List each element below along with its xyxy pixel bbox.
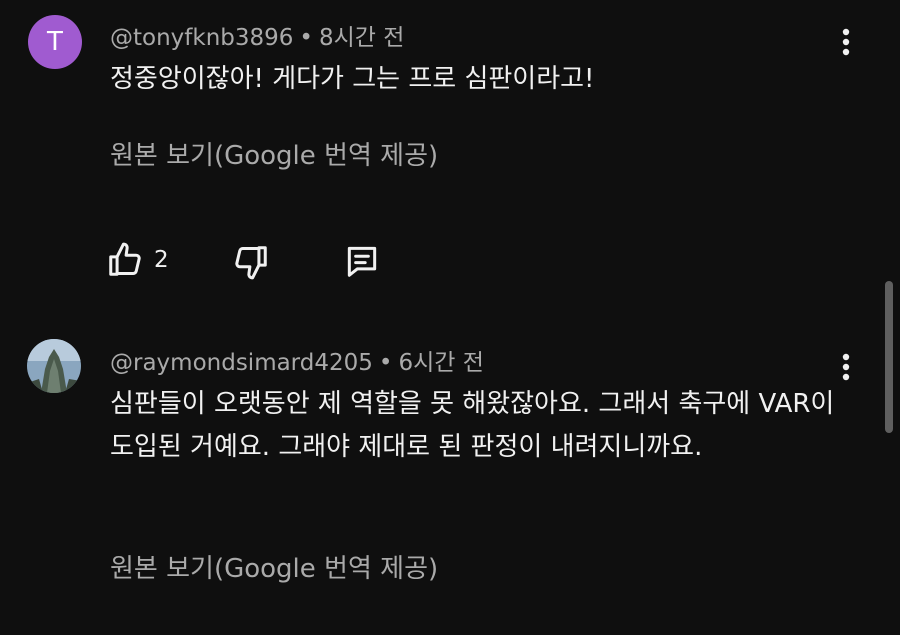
comment-meta: @tonyfknb3896 • 8시간 전 xyxy=(110,18,404,52)
more-options-button[interactable] xyxy=(831,22,861,62)
scrollbar-thumb[interactable] xyxy=(885,281,893,433)
comment-time[interactable]: 8시간 전 xyxy=(319,25,404,51)
thumbs-down-icon xyxy=(235,246,267,280)
avatar-image xyxy=(27,339,81,393)
comment-time[interactable]: 6시간 전 xyxy=(398,350,483,376)
like-button[interactable]: 2 xyxy=(106,241,169,279)
comment-text: 심판들이 오랫동안 제 역할을 못 해왔잖아요. 그래서 축구에 VAR이 도입… xyxy=(110,389,835,462)
comment-text: 정중앙이잖아! 게다가 그는 프로 심판이라고! xyxy=(110,64,595,94)
avatar[interactable]: T xyxy=(28,15,82,69)
meta-separator: • xyxy=(378,350,393,376)
comment-meta: @raymondsimard4205 • 6시간 전 xyxy=(110,343,484,377)
more-options-button[interactable] xyxy=(831,347,861,387)
comment-reply-icon xyxy=(347,246,377,277)
view-original-link[interactable]: 원본 보기(Google 번역 제공) xyxy=(110,135,438,172)
author-name[interactable]: @tonyfknb3896 xyxy=(110,25,293,51)
reply-button[interactable] xyxy=(343,242,381,280)
like-count: 2 xyxy=(154,247,169,273)
thumbs-up-icon xyxy=(109,242,141,276)
author-name[interactable]: @raymondsimard4205 xyxy=(110,350,373,376)
dislike-button[interactable] xyxy=(232,243,270,281)
avatar[interactable] xyxy=(27,339,81,393)
more-vertical-icon xyxy=(842,353,850,381)
meta-separator: • xyxy=(299,25,313,51)
more-vertical-icon xyxy=(842,28,850,56)
view-original-link[interactable]: 원본 보기(Google 번역 제공) xyxy=(110,548,438,585)
